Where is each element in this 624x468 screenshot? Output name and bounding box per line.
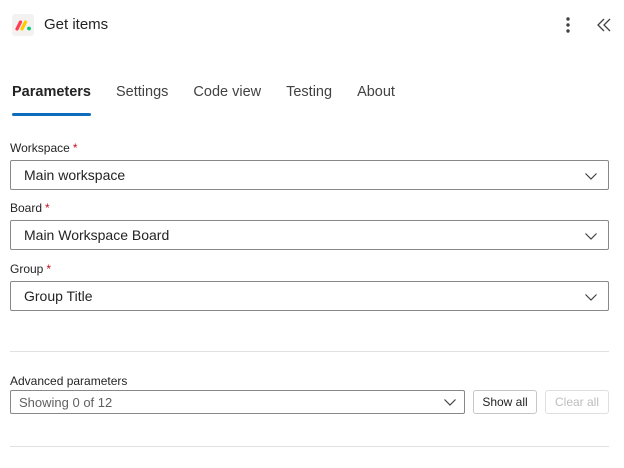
tab-list: Parameters Settings Code view Testing Ab… — [12, 80, 420, 116]
double-chevron-left-icon — [597, 18, 611, 32]
workspace-value: Main workspace — [24, 167, 126, 183]
required-marker: * — [46, 262, 52, 276]
chevron-down-icon — [585, 173, 597, 180]
tab-about[interactable]: About — [357, 80, 395, 116]
more-options-button[interactable] — [558, 14, 578, 36]
show-all-button[interactable]: Show all — [473, 390, 537, 414]
tab-testing[interactable]: Testing — [286, 80, 332, 116]
workspace-label: Workspace * — [10, 141, 77, 155]
collapse-panel-button[interactable] — [594, 14, 614, 36]
workspace-label-text: Workspace — [10, 141, 70, 155]
clear-all-button[interactable]: Clear all — [545, 390, 609, 414]
group-label: Group * — [10, 262, 51, 276]
workspace-dropdown[interactable]: Main workspace — [10, 160, 609, 190]
chevron-down-icon — [585, 233, 597, 240]
tab-parameters[interactable]: Parameters — [12, 80, 91, 116]
chevron-down-icon — [585, 294, 597, 301]
advanced-parameters-label: Advanced parameters — [10, 374, 128, 388]
board-label: Board * — [10, 201, 50, 215]
panel-title: Get items — [44, 16, 109, 33]
advanced-parameters-value: Showing 0 of 12 — [19, 395, 113, 410]
tab-code-view[interactable]: Code view — [193, 80, 261, 116]
required-marker: * — [72, 141, 78, 155]
group-label-text: Group — [10, 262, 44, 276]
bottom-divider — [10, 446, 609, 447]
board-dropdown[interactable]: Main Workspace Board — [10, 220, 609, 250]
chevron-down-icon — [444, 399, 456, 406]
group-dropdown[interactable]: Group Title — [10, 281, 609, 311]
tab-settings[interactable]: Settings — [116, 80, 168, 116]
group-value: Group Title — [24, 288, 93, 304]
more-vertical-icon — [566, 17, 570, 33]
board-label-text: Board — [10, 201, 43, 215]
required-marker: * — [45, 201, 50, 215]
advanced-parameters-dropdown[interactable]: Showing 0 of 12 — [10, 390, 465, 414]
monday-logo-icon — [12, 14, 34, 36]
section-divider — [10, 351, 609, 352]
panel-header: Get items — [0, 0, 624, 50]
board-value: Main Workspace Board — [24, 227, 170, 243]
